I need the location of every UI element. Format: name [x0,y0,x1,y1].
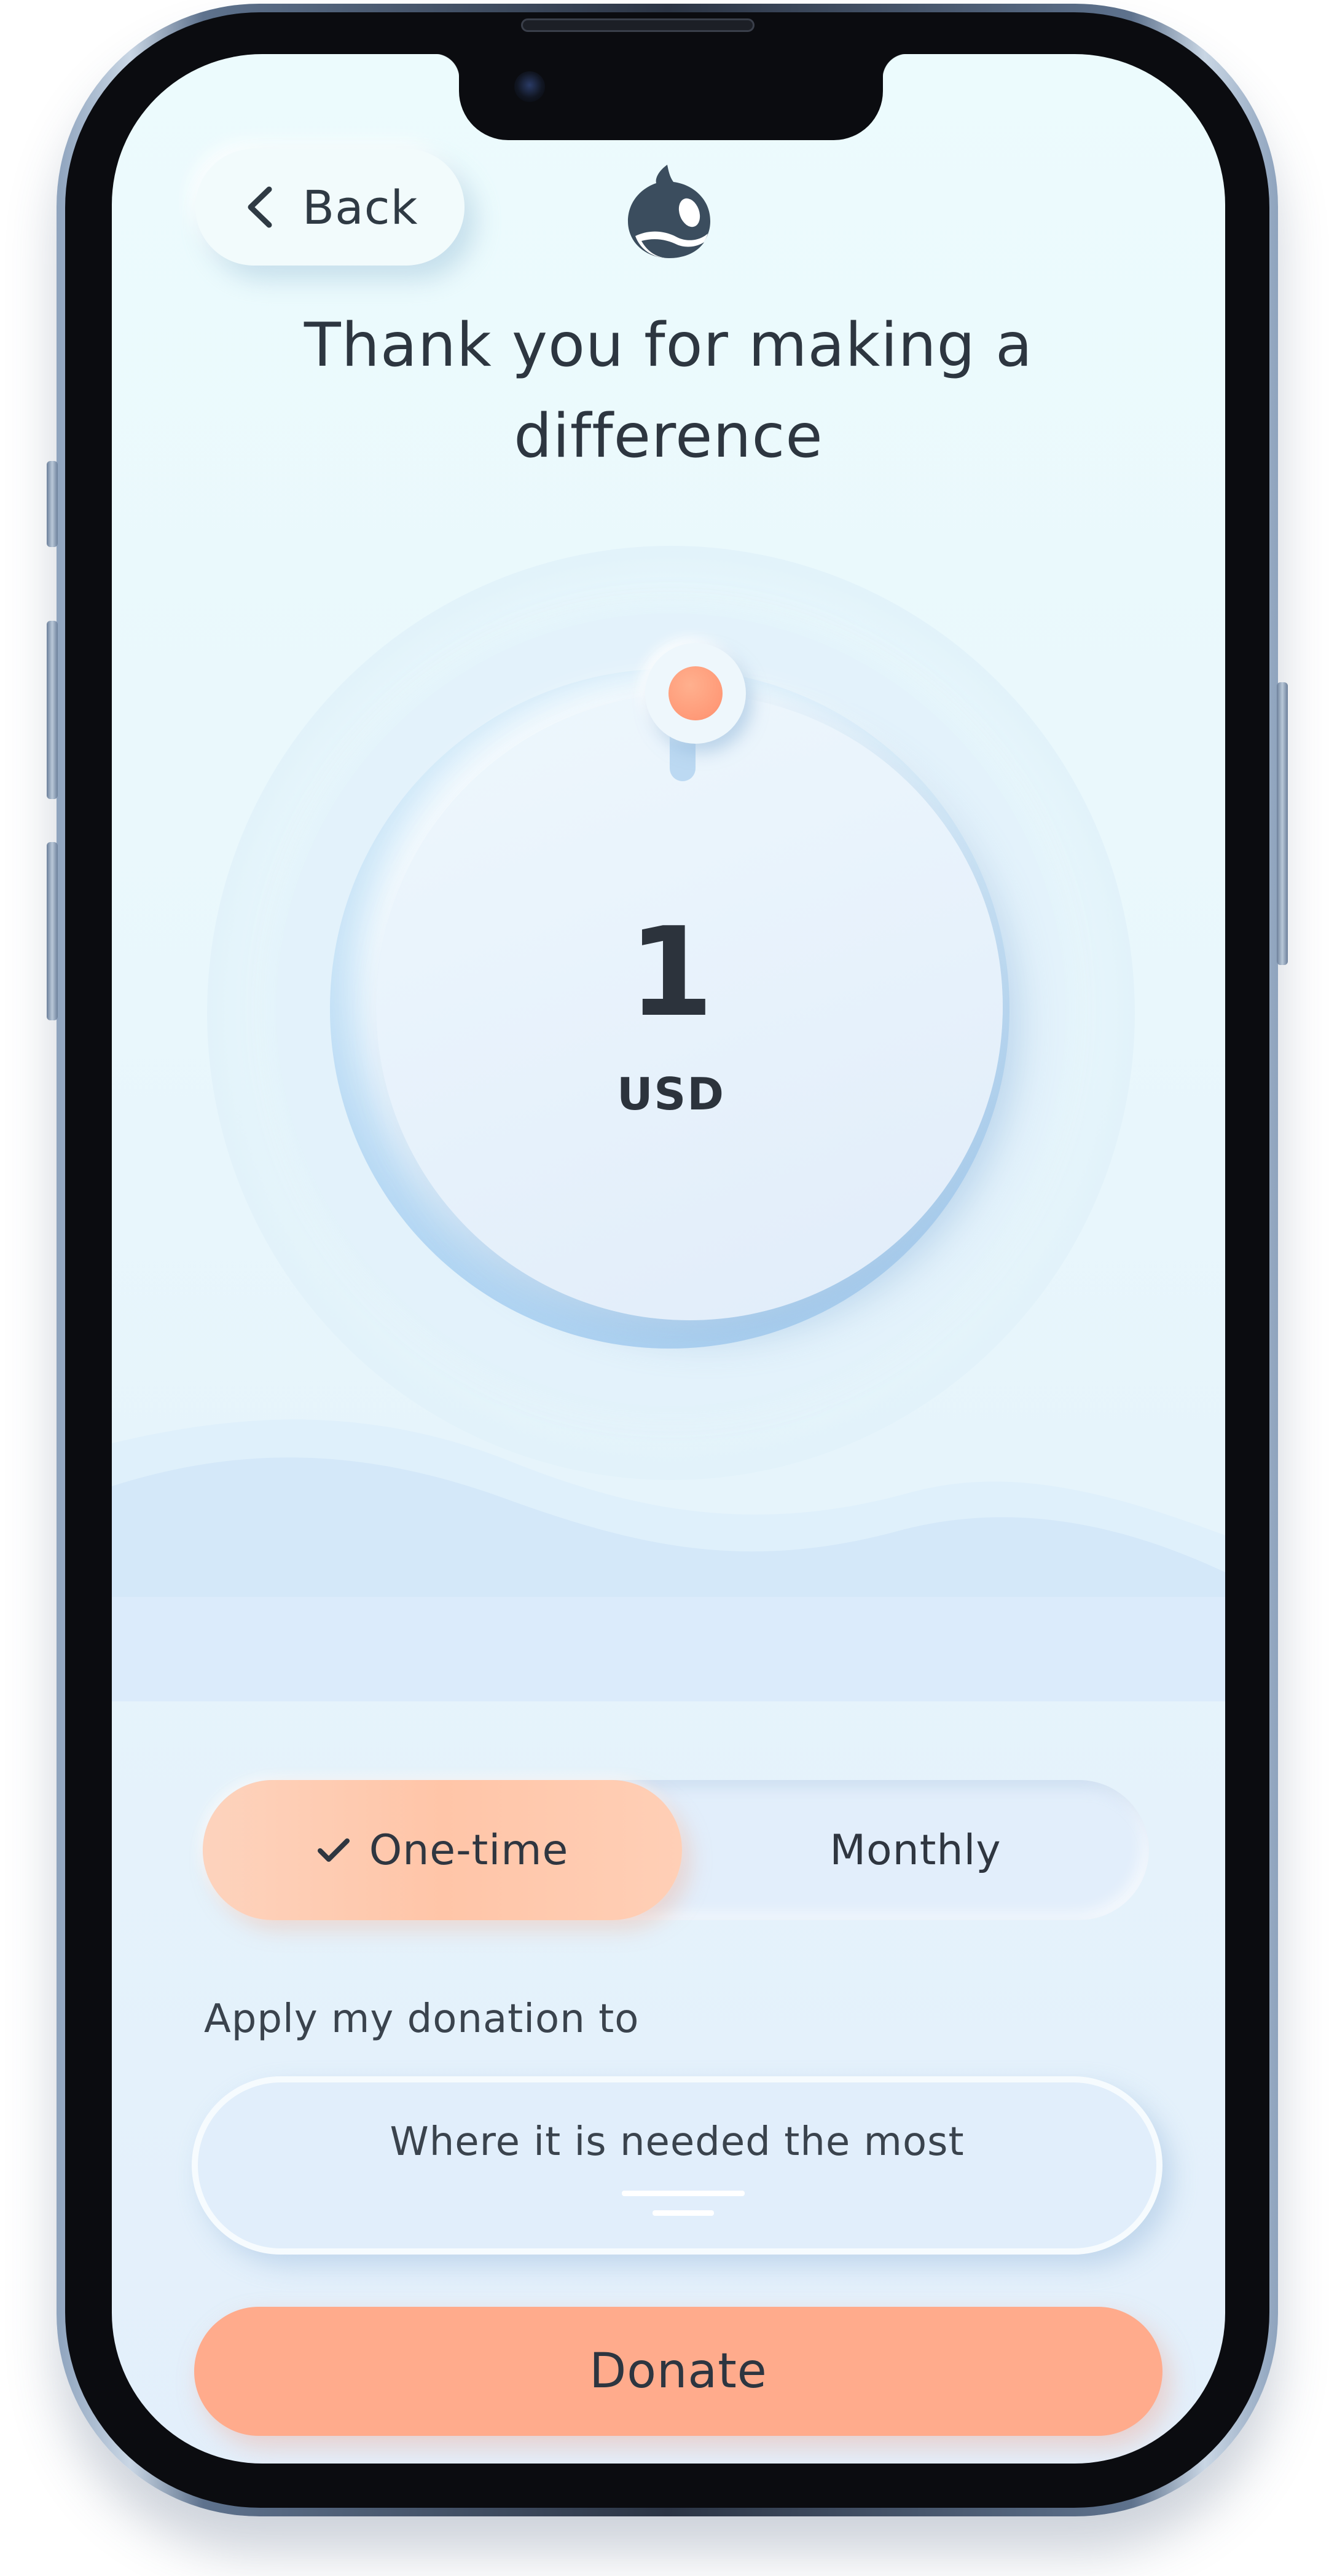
volume-down-button [47,842,58,1020]
check-icon [317,1838,350,1862]
silent-switch [47,461,58,547]
power-button [1277,682,1288,965]
back-label: Back [302,179,418,235]
dial-handle-dot [668,666,723,720]
one-time-label: One-time [369,1826,569,1875]
allocation-select[interactable]: Where it is needed the most [192,2076,1162,2255]
back-button[interactable]: Back [195,149,465,266]
allocation-value: Where it is needed the most [390,2119,965,2165]
donate-label: Donate [589,2344,767,2399]
donate-button[interactable]: Donate [194,2307,1162,2436]
page-title: Thank you for making a difference [304,310,1033,471]
app-screen: 1 USD Back Thank you for making a differ… [112,54,1225,2464]
volume-up-button [47,621,58,799]
dial-handle[interactable] [645,643,746,744]
donation-amount: 1 [628,901,714,1044]
camera-icon [514,71,545,102]
allocation-label: Apply my donation to [204,1996,640,2042]
one-time-option[interactable]: One-time [203,1780,682,1920]
orca-logo-icon [628,165,710,258]
monthly-label: Monthly [829,1826,1002,1875]
wave-background [112,1419,1225,1701]
monthly-option[interactable]: Monthly [682,1780,1149,1920]
chevron-left-icon [248,186,272,228]
currency-label: USD [616,1068,726,1120]
notch [434,54,908,140]
earpiece-speaker [521,18,755,32]
menu-lines-icon [622,2191,745,2216]
